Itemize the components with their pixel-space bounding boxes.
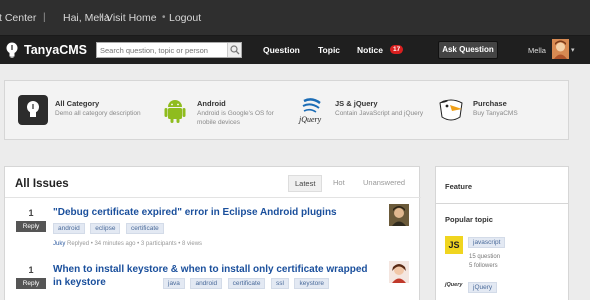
tag-list: java android certificate ssl keystore xyxy=(163,277,332,289)
logo[interactable]: TanyaCMS xyxy=(4,41,96,59)
category-desc: Contain JavaScript and jQuery xyxy=(335,110,424,117)
topic-question-count: 15 question xyxy=(469,254,501,260)
jquery-icon[interactable]: jQuery xyxy=(445,282,462,288)
tag[interactable]: android xyxy=(190,278,223,289)
category-all[interactable]: All Category Demo all category descripti… xyxy=(18,95,158,131)
issues-heading: All Issues xyxy=(15,178,69,190)
javascript-icon[interactable]: JS xyxy=(445,236,463,254)
topic-follower-count: 5 followers xyxy=(469,263,498,269)
bulb-logo-icon xyxy=(6,42,18,58)
visit-home-link[interactable]: Visit Home xyxy=(106,12,157,24)
feature-panel: Feature xyxy=(435,166,569,206)
popular-heading: Popular topic xyxy=(445,215,493,224)
question-meta: Juky Replyed • 34 minutes ago • 3 partic… xyxy=(53,241,202,247)
tag[interactable]: jQuery xyxy=(468,282,498,293)
notice-count-badge: 17 xyxy=(390,45,404,54)
eagle-icon xyxy=(436,95,466,125)
feature-heading: Feature xyxy=(445,182,473,191)
logo-text: TanyaCMS xyxy=(24,43,87,57)
tag[interactable]: javascript xyxy=(468,237,506,248)
user-name[interactable]: Mella xyxy=(528,46,546,55)
tag[interactable]: android xyxy=(53,223,85,234)
android-icon xyxy=(160,95,190,125)
topbar-center-link[interactable]: t Center xyxy=(0,12,36,24)
reply-button[interactable]: Reply xyxy=(16,221,46,232)
logout-link[interactable]: Logout xyxy=(169,12,201,24)
category-title: Purchase xyxy=(473,99,507,108)
tag[interactable]: keystore xyxy=(294,278,330,289)
search-box xyxy=(96,42,242,58)
tag[interactable]: java xyxy=(163,278,185,289)
question-title[interactable]: "Debug certificate expired" error in Ecl… xyxy=(53,206,373,219)
tag[interactable]: eclipse xyxy=(90,223,121,234)
tag-list: android eclipse certificate xyxy=(53,222,167,234)
category-title: All Category xyxy=(55,99,100,108)
ask-question-button[interactable]: Ask Question xyxy=(438,41,498,59)
tag[interactable]: ssl xyxy=(271,278,289,289)
topbar-separator: | xyxy=(43,12,46,23)
search-input[interactable] xyxy=(100,44,226,56)
divider xyxy=(5,197,421,198)
tab-latest[interactable]: Latest xyxy=(288,175,323,192)
user-menu-caret-icon[interactable]: ▾ xyxy=(571,46,575,54)
svg-text:jQuery: jQuery xyxy=(298,115,322,124)
topbar-bullet: • xyxy=(99,12,103,23)
tab-unanswered[interactable]: Unanswered xyxy=(357,175,411,190)
tag[interactable]: certificate xyxy=(125,223,164,234)
topbar-bullet: • xyxy=(162,12,166,23)
avatar[interactable] xyxy=(389,204,409,226)
avatar[interactable] xyxy=(389,261,409,283)
nav-notice[interactable]: Notice xyxy=(357,45,383,55)
meta-text: Replyed • 34 minutes ago • 3 participant… xyxy=(67,241,203,247)
main-navbar: TanyaCMS Question Topic Notice 17 Ask Qu… xyxy=(0,36,590,64)
nav-question[interactable]: Question xyxy=(263,45,300,55)
category-js-jquery[interactable]: jQuery JS & jQuery Contain JavaScript an… xyxy=(298,95,438,131)
reply-button[interactable]: Reply xyxy=(16,278,46,289)
category-strip: All Category Demo all category descripti… xyxy=(4,80,569,140)
popular-topic-panel: Popular topic JS javascript 15 question … xyxy=(435,203,569,300)
vote-count: 1 xyxy=(28,265,34,275)
category-desc: Demo all category description xyxy=(55,110,141,117)
author-link[interactable]: Juky xyxy=(53,241,65,247)
category-title: JS & jQuery xyxy=(335,99,378,108)
user-avatar[interactable] xyxy=(552,39,569,59)
jquery-icon: jQuery xyxy=(298,95,328,125)
search-icon xyxy=(230,45,240,55)
nav-topic[interactable]: Topic xyxy=(318,45,340,55)
category-desc: Android is Google's OS for mobile device… xyxy=(197,110,274,126)
vote-count: 1 xyxy=(28,208,34,218)
tab-hot[interactable]: Hot xyxy=(327,175,351,190)
search-button[interactable] xyxy=(227,43,241,57)
category-android[interactable]: Android Android is Google's OS for mobil… xyxy=(160,95,300,131)
issues-panel: All Issues Latest Hot Unanswered 1 Reply… xyxy=(4,166,421,300)
tag[interactable]: certificate xyxy=(227,278,266,289)
category-desc: Buy TanyaCMS xyxy=(473,110,518,117)
bulb-icon xyxy=(18,95,48,125)
category-purchase[interactable]: Purchase Buy TanyaCMS xyxy=(436,95,576,131)
top-bar: t Center | Hai, Mella • Visit Home • Log… xyxy=(0,0,590,36)
category-title: Android xyxy=(197,99,226,108)
